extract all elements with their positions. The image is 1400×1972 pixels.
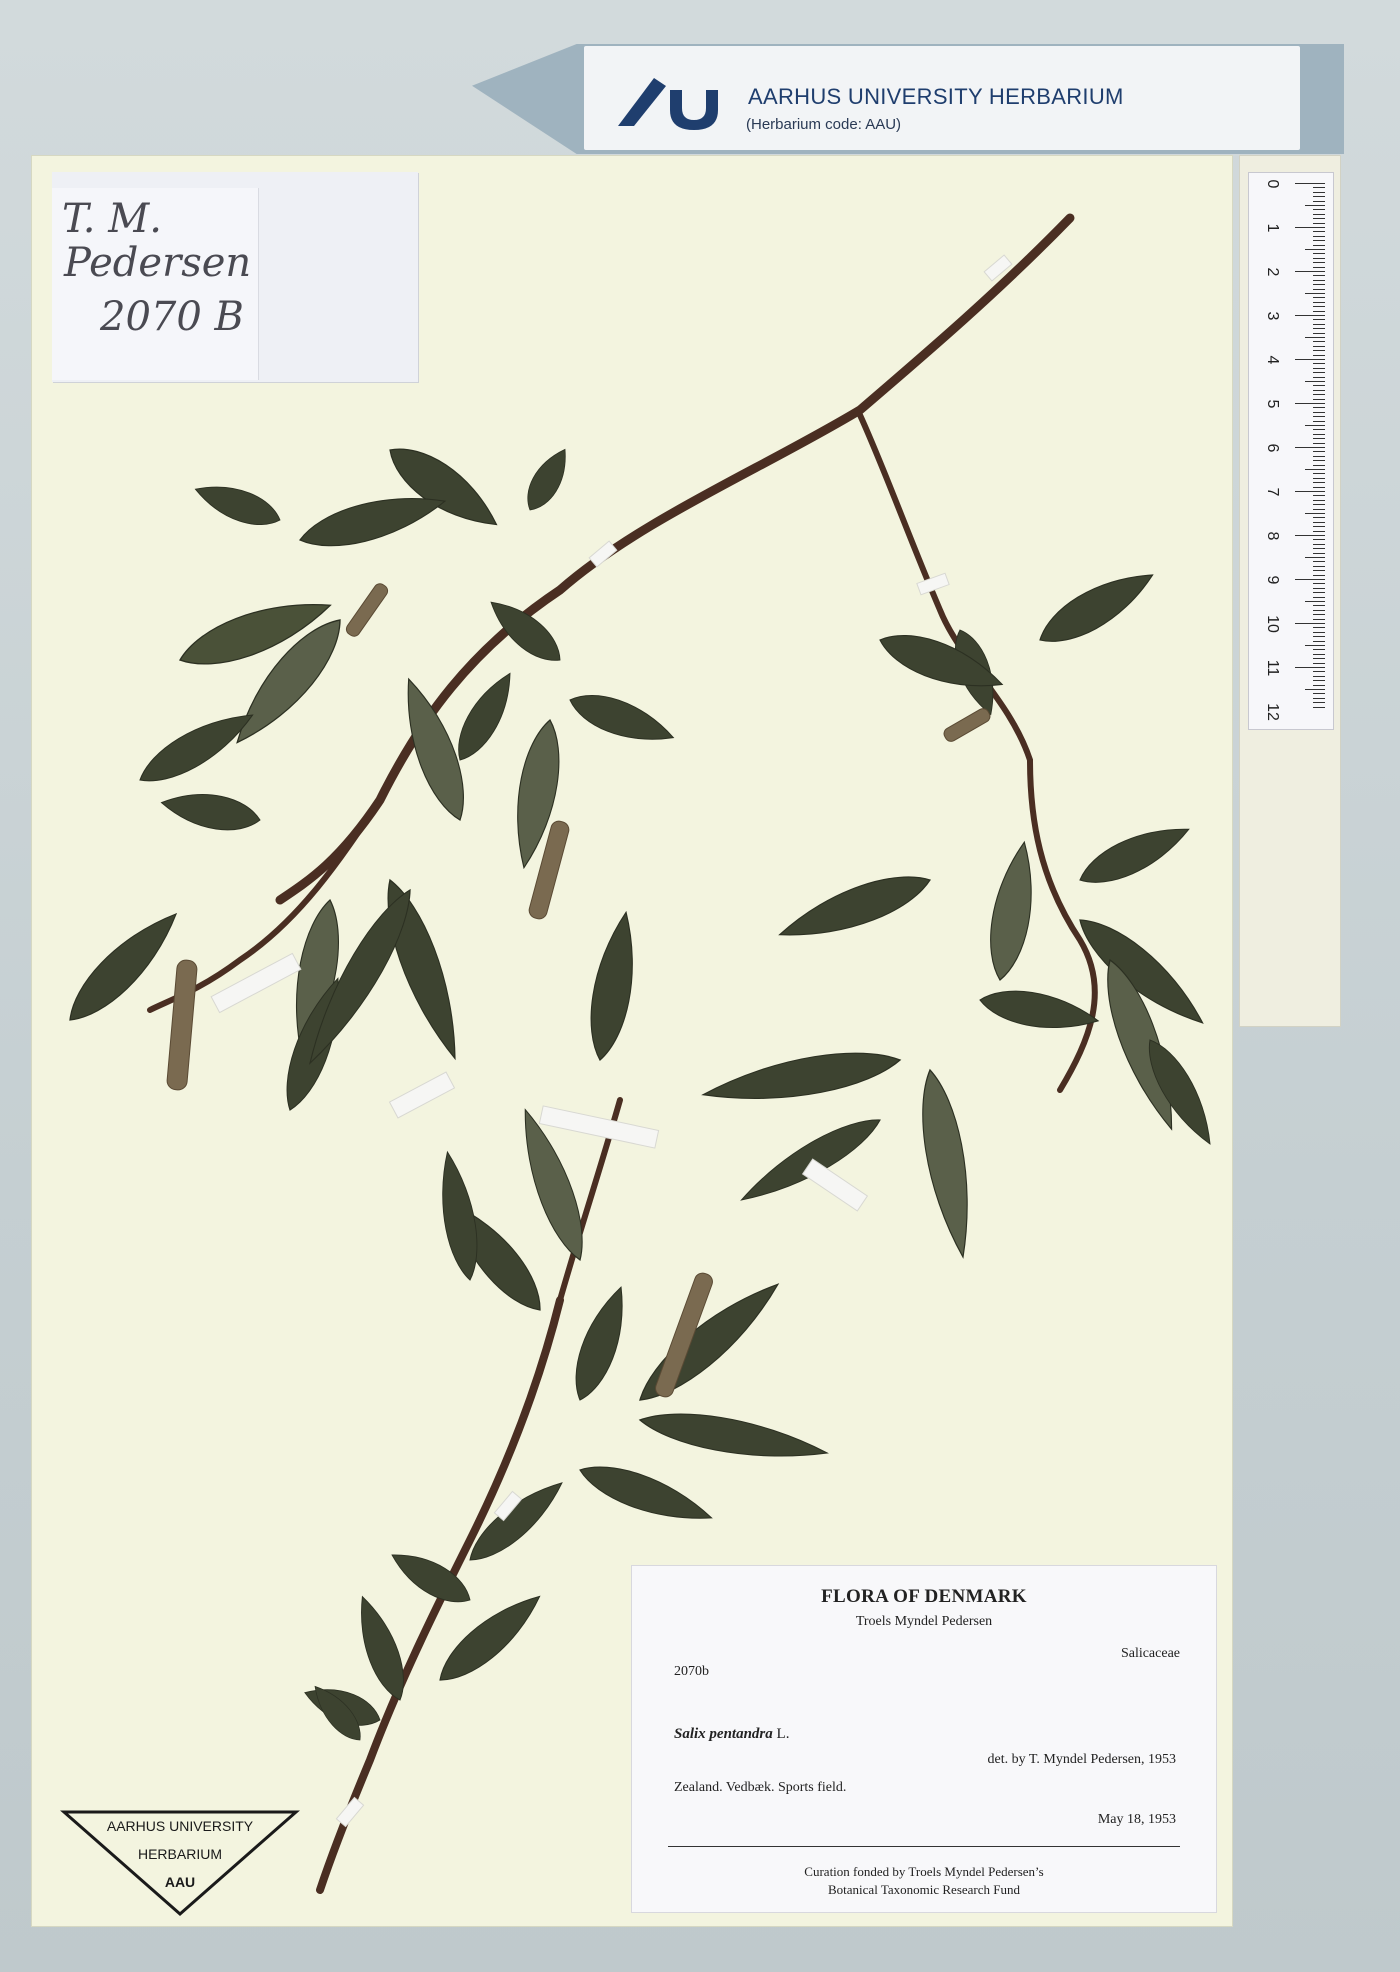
label-funding-2: Botanical Taxonomic Research Fund <box>828 1882 1020 1897</box>
label-divider <box>668 1846 1180 1847</box>
leaves-right <box>698 558 1224 1262</box>
stamp-line-1: AARHUS UNIVERSITY <box>106 1818 254 1834</box>
specimen-label: FLORA OF DENMARK Troels Myndel Pedersen … <box>632 1566 1216 1912</box>
label-collector: Troels Myndel Pedersen <box>855 1614 993 1629</box>
taxon-author: L. <box>776 1726 790 1742</box>
label-family: Salicaceae <box>1120 1646 1180 1661</box>
label-funding-1: Curation fonded by Troels Myndel Pederse… <box>804 1864 1044 1879</box>
stamp-line-2: HERBARIUM <box>137 1846 222 1862</box>
label-title: FLORA OF DENMARK <box>821 1586 1027 1607</box>
taxon-name: Salix pentandra <box>674 1726 773 1742</box>
label-number: 2070b <box>674 1664 709 1679</box>
label-taxon: Salix pentandra L. <box>674 1726 789 1743</box>
label-locality: Zealand. Vedbæk. Sports field. <box>674 1780 847 1795</box>
label-date: May 18, 1953 <box>1097 1812 1176 1827</box>
label-determination: det. by T. Myndel Pedersen, 1953 <box>987 1752 1176 1767</box>
stamp-line-3: AAU <box>164 1874 196 1890</box>
leaves-left <box>56 433 680 1117</box>
